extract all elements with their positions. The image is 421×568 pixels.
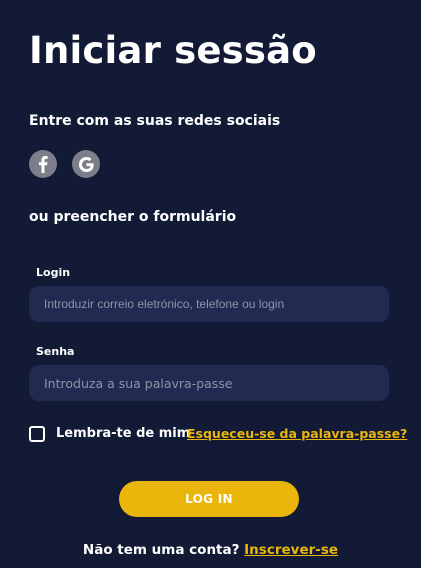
- login-input[interactable]: [29, 286, 389, 322]
- signup-prompt-line: Não tem uma conta? Inscrever-se: [0, 541, 421, 559]
- forgot-password-link[interactable]: Esqueceu-se da palavra-passe?: [187, 425, 407, 443]
- page-title: Iniciar sessão: [29, 29, 317, 72]
- password-input[interactable]: [29, 365, 389, 401]
- signup-prompt: Não tem uma conta?: [82, 542, 240, 558]
- facebook-icon: [38, 155, 48, 173]
- form-caption: ou preencher o formulário: [29, 209, 237, 225]
- login-button[interactable]: LOG IN: [119, 481, 299, 517]
- google-login-button[interactable]: [72, 150, 100, 178]
- remember-me-label: Lembra-te de mim: [56, 426, 191, 441]
- signup-link[interactable]: Inscrever-se: [244, 542, 338, 558]
- social-buttons: [29, 150, 100, 178]
- remember-me-checkbox[interactable]: [29, 426, 45, 442]
- social-login-caption: Entre com as suas redes sociais: [29, 113, 281, 129]
- facebook-login-button[interactable]: [29, 150, 57, 178]
- google-icon: [78, 156, 94, 172]
- login-label: Login: [36, 266, 71, 279]
- password-label: Senha: [36, 345, 75, 358]
